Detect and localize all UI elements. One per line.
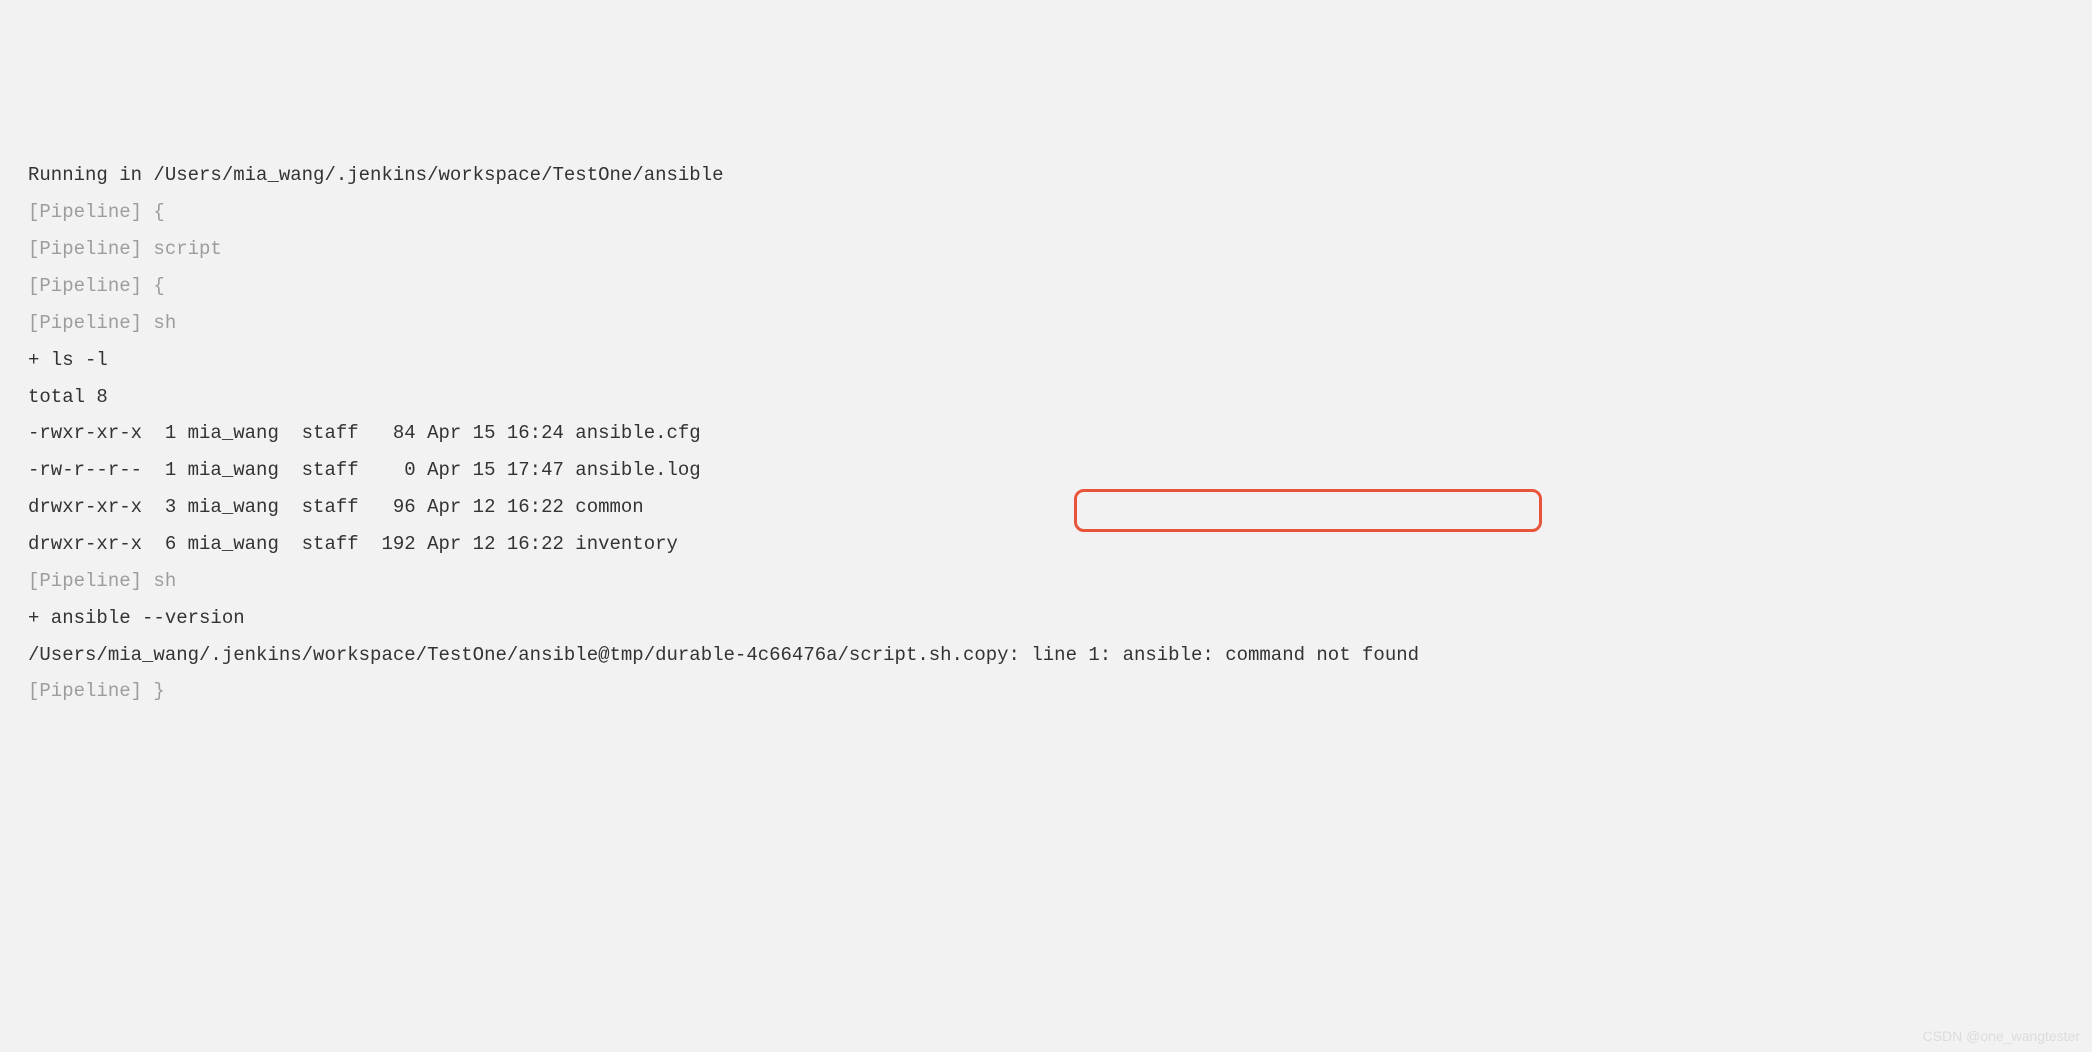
console-line: total 8	[28, 379, 2064, 416]
console-line: [Pipeline] sh	[28, 563, 2064, 600]
watermark: CSDN @one_wangtester	[1923, 1023, 2080, 1050]
console-line: Running in /Users/mia_wang/.jenkins/work…	[28, 157, 2064, 194]
console-line: [Pipeline] {	[28, 268, 2064, 305]
console-line: /Users/mia_wang/.jenkins/workspace/TestO…	[28, 637, 2064, 674]
console-line: [Pipeline] sh	[28, 305, 2064, 342]
console-line: drwxr-xr-x 6 mia_wang staff 192 Apr 12 1…	[28, 526, 2064, 563]
console-line: -rw-r--r-- 1 mia_wang staff 0 Apr 15 17:…	[28, 452, 2064, 489]
console-line: drwxr-xr-x 3 mia_wang staff 96 Apr 12 16…	[28, 489, 2064, 526]
console-line: + ansible --version	[28, 600, 2064, 637]
console-line: [Pipeline] }	[28, 673, 2064, 710]
console-output: Running in /Users/mia_wang/.jenkins/work…	[28, 157, 2064, 710]
console-line: + ls -l	[28, 342, 2064, 379]
console-line: [Pipeline] {	[28, 194, 2064, 231]
console-line: -rwxr-xr-x 1 mia_wang staff 84 Apr 15 16…	[28, 415, 2064, 452]
console-line: [Pipeline] script	[28, 231, 2064, 268]
